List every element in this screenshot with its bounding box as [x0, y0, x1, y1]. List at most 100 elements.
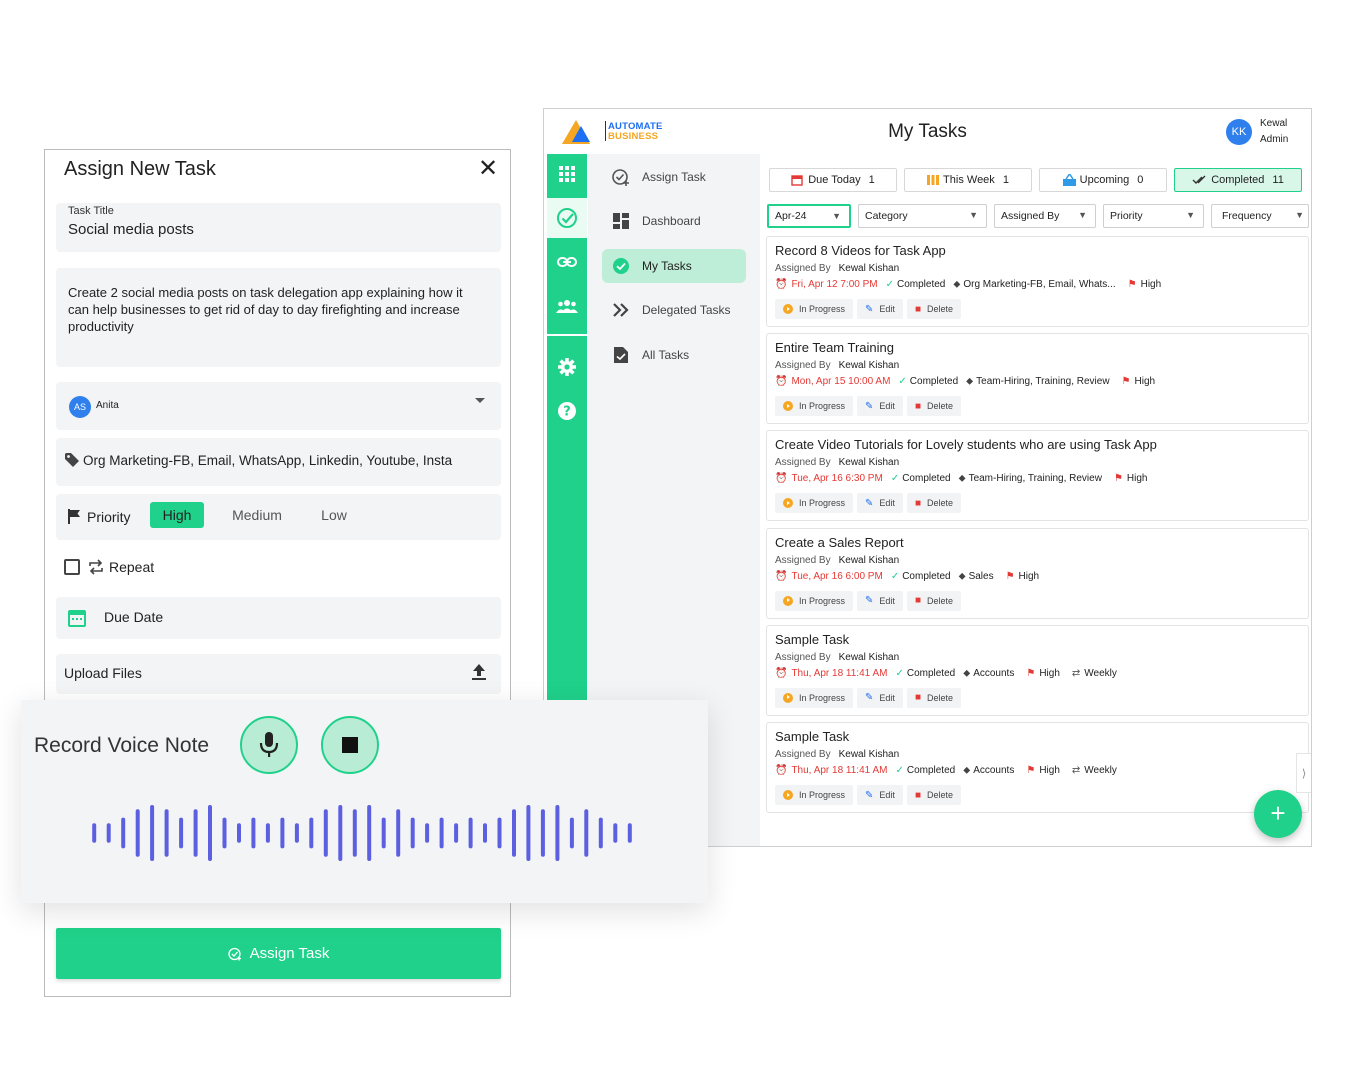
due-date-field[interactable]: Due Date — [56, 597, 501, 639]
sidebar-item-dashboard[interactable]: Dashboard — [602, 204, 746, 238]
upload-icon[interactable] — [471, 663, 487, 681]
check-icon: ✓ — [890, 473, 900, 485]
assigned-by-filter[interactable]: Assigned By ▼ — [994, 204, 1096, 228]
check-circle-icon[interactable] — [547, 198, 587, 238]
task-title[interactable]: Sample Task — [775, 632, 849, 647]
calendar-icon — [791, 175, 803, 186]
waveform-bar — [106, 823, 111, 843]
flag-icon: ⚑ — [1121, 376, 1131, 388]
tab-this-week[interactable]: This Week 1 — [904, 168, 1032, 192]
edit-button[interactable]: ✎ Edit — [857, 299, 903, 319]
task-title[interactable]: Create a Sales Report — [775, 535, 904, 550]
description-textarea[interactable]: Create 2 social media posts on task dele… — [68, 284, 478, 335]
waveform-bar — [338, 805, 343, 861]
task-actions: In Progress ✎ Edit ■ Delete — [775, 493, 965, 514]
assign-task-icon — [610, 167, 632, 187]
waveform-bar — [121, 817, 126, 849]
chevron-down-icon: ▼ — [969, 210, 978, 220]
assignee-select[interactable]: AS Anita — [56, 382, 501, 430]
repeat-label: Repeat — [109, 559, 155, 575]
close-icon[interactable]: ✕ — [478, 157, 498, 181]
delete-button[interactable]: ■ Delete — [906, 396, 961, 417]
sidebar-item-delegated-tasks[interactable]: Delegated Tasks — [602, 293, 746, 327]
tag-icon: ⬥ — [953, 279, 961, 290]
sidebar-item-label: All Tasks — [642, 348, 690, 362]
caret-down-icon[interactable] — [475, 398, 485, 403]
priority-option-medium[interactable]: Medium — [226, 502, 288, 528]
delete-button[interactable]: ■ Delete — [906, 785, 961, 805]
task-card[interactable]: Create Video Tutorials for Lovely studen… — [766, 430, 1309, 522]
tab-due-today[interactable]: Due Today 1 — [769, 168, 897, 192]
in-progress-button[interactable]: In Progress — [775, 493, 854, 514]
task-card[interactable]: Sample Task Assigned By Kewal Kishan ⏰ Thu, … — [766, 722, 1309, 813]
waveform-bar — [323, 809, 328, 857]
team-icon[interactable] — [547, 286, 587, 326]
delete-button[interactable]: ■ Delete — [906, 493, 961, 514]
in-progress-button[interactable]: In Progress — [775, 687, 854, 708]
assigned-by: Assigned By Kewal Kishan — [775, 263, 900, 274]
play-icon — [783, 304, 793, 314]
status-text: Completed — [897, 279, 946, 290]
waveform-bar — [425, 823, 430, 843]
priority-option-high[interactable]: High — [150, 502, 204, 528]
task-title[interactable]: Record 8 Videos for Task App — [775, 243, 946, 258]
user-avatar[interactable]: KK — [1226, 119, 1252, 145]
month-filter[interactable]: Apr-24 ▼ — [767, 204, 851, 228]
in-progress-button[interactable]: In Progress — [775, 299, 854, 319]
link-icon[interactable] — [547, 242, 587, 282]
sidebar-item-all-tasks[interactable]: All Tasks — [602, 338, 746, 372]
collapse-handle-icon[interactable]: ⟩ — [1296, 753, 1311, 793]
task-title-field[interactable]: Task Title Social media posts — [56, 203, 501, 252]
edit-button[interactable]: ✎ Edit — [857, 590, 903, 611]
delete-button[interactable]: ■ Delete — [906, 590, 961, 611]
alarm-clock-icon: ⏰ — [775, 765, 788, 776]
tab-upcoming[interactable]: Upcoming 0 — [1039, 168, 1167, 192]
edit-button[interactable]: ✎ Edit — [857, 396, 903, 417]
settings-icon[interactable] — [547, 347, 587, 387]
in-progress-button[interactable]: In Progress — [775, 785, 854, 805]
due-date: Fri, Apr 12 7:00 PM — [791, 279, 878, 290]
document-check-icon — [610, 346, 632, 364]
tab-completed[interactable]: Completed 11 — [1174, 168, 1302, 192]
trash-icon: ■ — [914, 789, 921, 801]
assigned-by: Assigned By Kewal Kishan — [775, 651, 900, 663]
task-card[interactable]: Sample Task Assigned By Kewal Kishan ⏰ Thu, … — [766, 624, 1309, 716]
waveform-bar — [454, 823, 459, 843]
priority-label: Priority — [87, 509, 131, 525]
sidebar-item-assign-task[interactable]: Assign Task — [602, 160, 746, 194]
task-card[interactable]: Entire Team Training Assigned By Kewal Kis… — [766, 333, 1309, 425]
task-card[interactable]: Record 8 Videos for Task App Assigned By K… — [766, 236, 1309, 327]
priority-option-low[interactable]: Low — [316, 502, 352, 528]
category-field[interactable]: Org Marketing-FB, Email, WhatsApp, Linke… — [56, 438, 501, 486]
in-progress-button[interactable]: In Progress — [775, 396, 854, 417]
delete-button[interactable]: ■ Delete — [906, 687, 961, 708]
app-header: AUTOMATE BUSINESS My Tasks KK Kewal Admi… — [544, 109, 1311, 155]
tab-label: Upcoming — [1079, 174, 1130, 186]
sidebar-item-my-tasks[interactable]: My Tasks — [602, 249, 746, 283]
in-progress-button[interactable]: In Progress — [775, 590, 854, 611]
task-card[interactable]: Create a Sales Report Assigned By Kewal Ki… — [766, 527, 1309, 619]
task-title-input[interactable]: Social media posts — [68, 221, 194, 238]
trash-icon: ■ — [914, 400, 921, 412]
category-filter[interactable]: Category ▼ — [858, 204, 987, 228]
task-title[interactable]: Sample Task — [775, 729, 849, 744]
record-button[interactable] — [240, 716, 298, 774]
stop-button[interactable] — [321, 716, 379, 774]
grid-icon[interactable] — [547, 154, 587, 194]
task-actions: In Progress ✎ Edit ■ Delete — [775, 396, 965, 417]
delete-button[interactable]: ■ Delete — [906, 299, 961, 319]
edit-button[interactable]: ✎ Edit — [857, 785, 903, 805]
description-field[interactable]: Create 2 social media posts on task dele… — [56, 268, 501, 367]
trash-icon: ■ — [914, 692, 921, 704]
assign-task-button[interactable]: Assign Task — [56, 928, 501, 979]
priority-filter[interactable]: Priority ▼ — [1103, 204, 1204, 228]
edit-button[interactable]: ✎ Edit — [857, 687, 903, 708]
edit-button[interactable]: ✎ Edit — [857, 493, 903, 514]
repeat-checkbox[interactable] — [64, 559, 80, 575]
help-icon[interactable]: ? — [547, 391, 587, 431]
task-title[interactable]: Entire Team Training — [775, 340, 894, 355]
frequency-filter[interactable]: Frequency ▼ — [1211, 204, 1309, 228]
task-title[interactable]: Create Video Tutorials for Lovely studen… — [775, 437, 1157, 452]
upload-files-field[interactable]: Upload Files — [56, 654, 501, 694]
add-task-fab[interactable]: + — [1254, 790, 1302, 838]
